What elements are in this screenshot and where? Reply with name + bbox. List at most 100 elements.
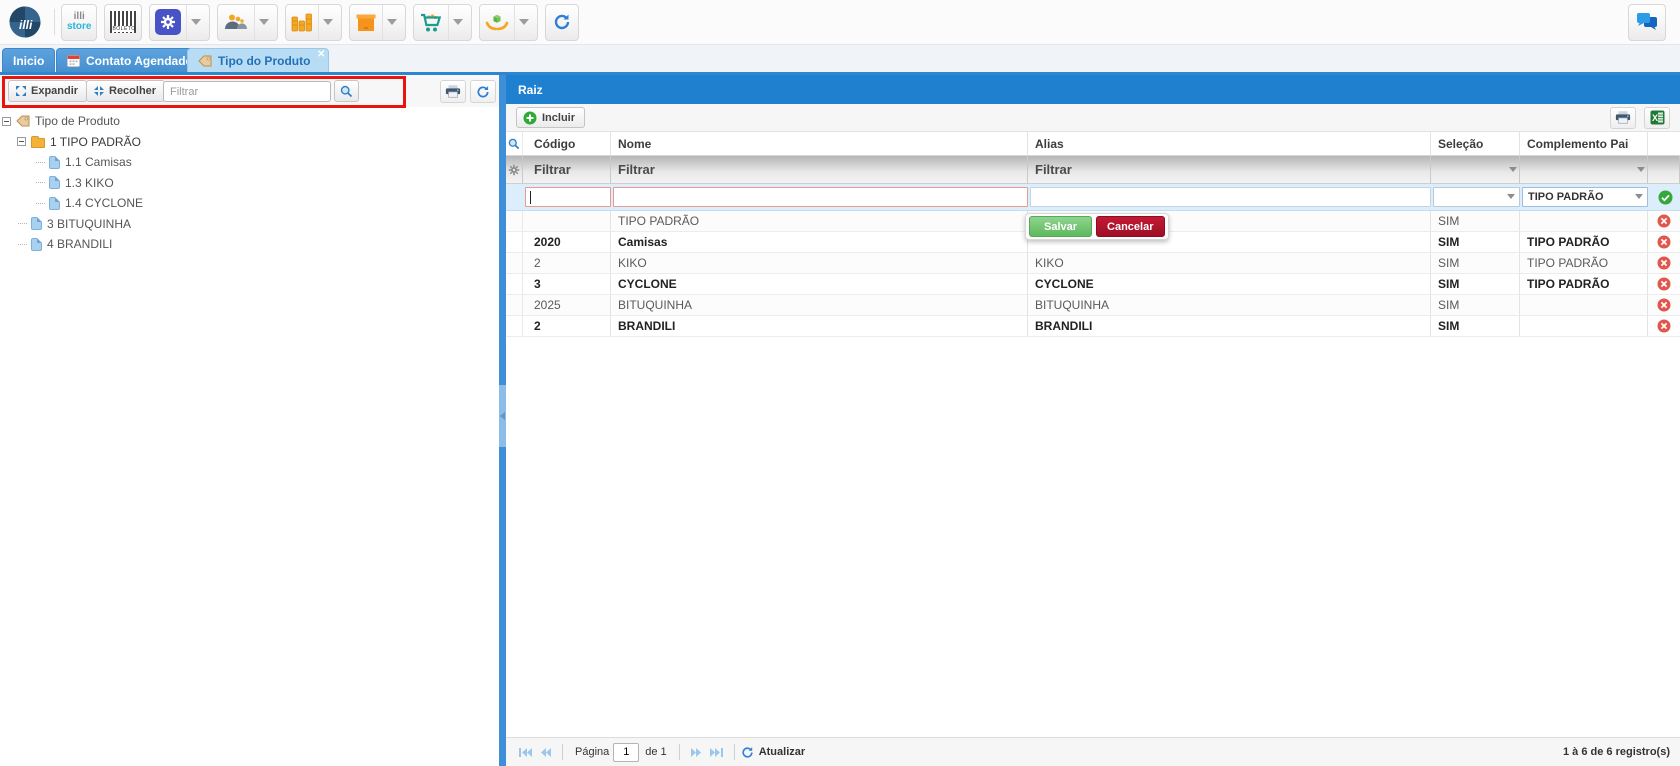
- hands-box-icon: [485, 12, 509, 33]
- printer-icon: [1615, 111, 1631, 124]
- tree-node[interactable]: 1 TIPO PADRÃO: [0, 132, 499, 153]
- column-header-alias[interactable]: Alias: [1028, 132, 1431, 155]
- grid-settings-gutter[interactable]: [506, 156, 523, 183]
- tree-root-label: Tipo de Produto: [35, 114, 120, 128]
- filter-complemento-dropdown[interactable]: [1520, 156, 1648, 183]
- tab-tipo-do-produto[interactable]: Tipo do Produto ✕: [187, 48, 329, 72]
- filter-selecao-dropdown[interactable]: [1431, 156, 1520, 183]
- people-dropdown-arrow[interactable]: [254, 5, 272, 40]
- column-header-complemento-pai[interactable]: Complemento Pai: [1520, 132, 1648, 155]
- panel-title: Raiz: [518, 83, 543, 97]
- products-dropdown-arrow[interactable]: [382, 5, 400, 40]
- tree-node[interactable]: 1.4 CYCLONE: [0, 193, 499, 214]
- column-header-selecao[interactable]: Seleção: [1431, 132, 1520, 155]
- table-row[interactable]: 2 KIKO KIKO SIM TIPO PADRÃO: [506, 253, 1680, 274]
- tab-inicio-label: Inicio: [13, 54, 44, 68]
- grid-search-gutter[interactable]: [506, 132, 523, 155]
- selecao-select[interactable]: [1433, 187, 1520, 207]
- table-row[interactable]: 2025 BITUQUINHA BITUQUINHA SIM: [506, 295, 1680, 316]
- app-logo-icon[interactable]: illi: [8, 5, 42, 39]
- stock-dropdown-arrow[interactable]: [514, 5, 532, 40]
- tree-search-button[interactable]: [334, 80, 359, 102]
- cell-nome: Camisas: [611, 232, 1028, 252]
- products-menu-button[interactable]: [349, 4, 406, 41]
- sales-menu-button[interactable]: [413, 4, 472, 41]
- cancel-button[interactable]: Cancelar: [1096, 216, 1164, 237]
- refresh-button[interactable]: [545, 4, 579, 41]
- delete-row-icon[interactable]: [1657, 298, 1671, 312]
- grid-print-button[interactable]: [1610, 107, 1636, 129]
- tree-print-button[interactable]: [440, 80, 466, 103]
- panel-splitter[interactable]: [499, 75, 506, 766]
- cell-selecao: SIM: [1431, 316, 1520, 336]
- codigo-input[interactable]: [525, 187, 611, 207]
- file-icon: [49, 176, 60, 189]
- edit-actions-popup: Salvar Cancelar: [1025, 213, 1169, 240]
- cell-alias: BITUQUINHA: [1028, 295, 1431, 315]
- boleto-button[interactable]: BOLETO: [104, 4, 142, 41]
- delete-row-icon[interactable]: [1657, 235, 1671, 249]
- page-number-input[interactable]: [613, 743, 639, 762]
- first-page-button[interactable]: [518, 747, 532, 758]
- filter-codigo[interactable]: Filtrar: [523, 156, 611, 183]
- tree-filter-input[interactable]: [163, 81, 331, 102]
- cell-codigo: 2: [523, 316, 611, 336]
- nome-input[interactable]: [613, 187, 1028, 207]
- file-icon: [31, 217, 42, 230]
- last-page-button[interactable]: [710, 747, 724, 758]
- refresh-label: Atualizar: [759, 746, 805, 758]
- file-icon: [31, 238, 42, 251]
- include-button[interactable]: Incluir: [516, 107, 585, 128]
- confirm-check-icon[interactable]: [1658, 190, 1673, 205]
- tree-collapse-toggle-icon[interactable]: [17, 137, 26, 146]
- export-excel-button[interactable]: X: [1644, 107, 1670, 129]
- chat-button[interactable]: [1628, 4, 1666, 41]
- filter-alias[interactable]: Filtrar: [1028, 156, 1431, 183]
- tab-close-icon[interactable]: ✕: [317, 50, 325, 60]
- tree-toolbar: Expandir Recolher: [0, 75, 499, 107]
- illi-store-button[interactable]: illi store: [61, 4, 97, 41]
- tree-node[interactable]: 1.1 Camisas: [0, 152, 499, 173]
- tree-node[interactable]: 1.3 KIKO: [0, 173, 499, 194]
- table-row[interactable]: 2 BRANDILI BRANDILI SIM: [506, 316, 1680, 337]
- alias-input[interactable]: [1030, 187, 1431, 207]
- expand-button[interactable]: Expandir: [8, 80, 87, 102]
- delete-row-icon[interactable]: [1657, 319, 1671, 333]
- delete-row-icon[interactable]: [1657, 214, 1671, 228]
- tree-collapse-toggle-icon[interactable]: [2, 117, 11, 126]
- tree-root-node[interactable]: Tipo de Produto: [0, 111, 499, 132]
- delete-row-icon[interactable]: [1657, 256, 1671, 270]
- save-button[interactable]: Salvar: [1029, 216, 1092, 237]
- tab-contato-agendado[interactable]: Contato Agendado: [56, 48, 204, 72]
- next-page-button[interactable]: [690, 747, 702, 758]
- cell-codigo: 2020: [523, 232, 611, 252]
- people-menu-button[interactable]: [217, 4, 278, 41]
- filter-nome[interactable]: Filtrar: [611, 156, 1028, 183]
- delete-row-icon[interactable]: [1657, 277, 1671, 291]
- refresh-grid-button[interactable]: Atualizar: [741, 746, 805, 759]
- settings-dropdown-arrow[interactable]: [186, 5, 204, 40]
- printer-icon: [445, 85, 461, 98]
- column-header-codigo[interactable]: Código: [523, 132, 611, 155]
- prev-page-button[interactable]: [540, 747, 552, 758]
- chat-icon: [1635, 11, 1659, 33]
- settings-menu-button[interactable]: [149, 4, 210, 41]
- complemento-pai-select[interactable]: TIPO PADRÃO: [1522, 187, 1648, 207]
- column-header-nome[interactable]: Nome: [611, 132, 1028, 155]
- edit-complemento-cell: TIPO PADRÃO: [1520, 184, 1648, 210]
- tree-node[interactable]: 4 BRANDILI: [0, 234, 499, 255]
- table-row[interactable]: 3 CYCLONE CYCLONE SIM TIPO PADRÃO: [506, 274, 1680, 295]
- reports-menu-button[interactable]: [285, 4, 342, 41]
- grid-filter-row: Filtrar Filtrar Filtrar: [506, 156, 1680, 184]
- sales-dropdown-arrow[interactable]: [448, 5, 466, 40]
- people-icon: [223, 13, 249, 31]
- stock-menu-button[interactable]: [479, 4, 538, 41]
- tree-refresh-button[interactable]: [470, 80, 496, 103]
- reports-dropdown-arrow[interactable]: [318, 5, 336, 40]
- tree-node[interactable]: 3 BITUQUINHA: [0, 214, 499, 235]
- splitter-collapse-handle[interactable]: [499, 385, 506, 447]
- tab-inicio[interactable]: Inicio: [2, 48, 55, 72]
- boleto-barcode-icon: BOLETO: [110, 11, 136, 33]
- collapse-button[interactable]: Recolher: [86, 80, 165, 102]
- cell-complemento-pai: TIPO PADRÃO: [1520, 274, 1648, 294]
